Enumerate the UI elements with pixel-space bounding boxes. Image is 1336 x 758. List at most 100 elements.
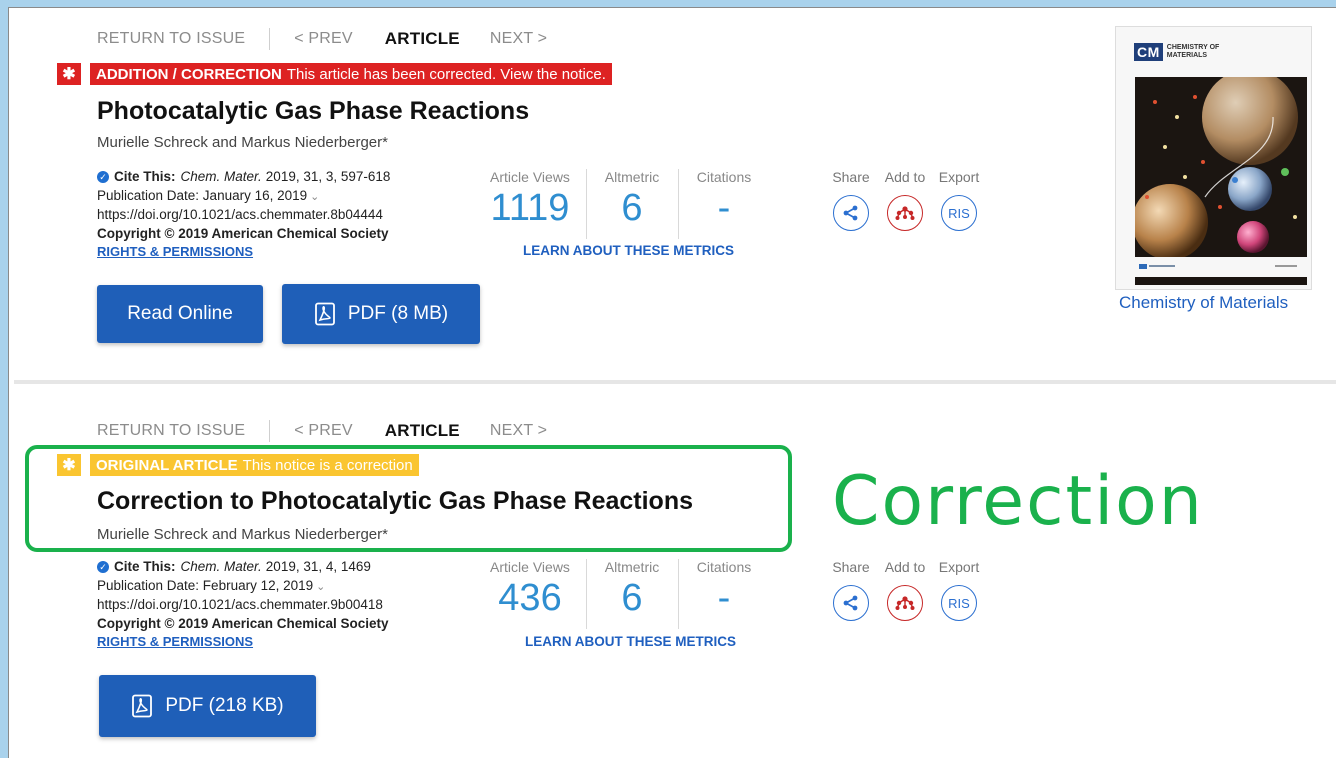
metric-article-views: Article Views 436 [474, 559, 586, 620]
metric-value: 436 [498, 577, 562, 619]
rights-permissions-link[interactable]: RIGHTS & PERMISSIONS [97, 633, 389, 652]
cite-details: 2019, 31, 3, 597-618 [265, 169, 391, 184]
cite-label: Cite This: [114, 559, 176, 574]
nav-separator [269, 420, 271, 442]
add-to-label: Add to [884, 559, 926, 575]
learn-metrics-link[interactable]: LEARN ABOUT THESE METRICS [525, 634, 736, 649]
add-to-action[interactable]: Add to [880, 169, 930, 231]
metrics: Article Views 1119 Altmetric 6 Citations… [474, 169, 770, 239]
journal-logo-name: CHEMISTRY OF MATERIALS [1166, 44, 1220, 59]
notice-text[interactable]: This article has been corrected. View th… [287, 66, 606, 83]
window-frame-left [0, 0, 8, 758]
mendeley-icon [895, 206, 915, 220]
return-to-issue-link[interactable]: RETURN TO ISSUE [97, 30, 245, 48]
chevron-down-icon: ⌄ [310, 190, 320, 203]
share-icon [843, 595, 858, 611]
export-label: Export [938, 169, 980, 185]
share-label: Share [832, 169, 870, 185]
export-action[interactable]: Export RIS [934, 559, 984, 621]
publication-date[interactable]: Publication Date: January 16, 2019 ⌄ [97, 187, 390, 207]
read-online-button[interactable]: Read Online [97, 285, 263, 343]
prev-link[interactable]: < PREV [294, 30, 353, 48]
cite-line[interactable]: ✓ Cite This: Chem. Mater. 2019, 31, 3, 5… [97, 168, 390, 187]
cover-artwork [1135, 77, 1307, 285]
metric-label: Citations [696, 169, 752, 185]
metric-article-views: Article Views 1119 [474, 169, 586, 230]
metric-label: Citations [696, 559, 752, 575]
article-meta: ✓ Cite This: Chem. Mater. 2019, 31, 4, 1… [97, 558, 389, 652]
metric-label: Article Views [490, 559, 570, 575]
pdf-icon [314, 302, 336, 326]
prev-link[interactable]: < PREV [294, 422, 353, 440]
next-link[interactable]: NEXT > [490, 30, 547, 48]
cite-details: 2019, 31, 4, 1469 [265, 559, 371, 574]
mendeley-icon [895, 596, 915, 610]
article-nav: RETURN TO ISSUE < PREV ARTICLE NEXT > [97, 420, 547, 442]
metric-altmetric[interactable]: Altmetric 6 [586, 169, 678, 239]
article-actions: Share Add to Export RIS [826, 559, 988, 621]
article-tab[interactable]: ARTICLE [385, 29, 460, 49]
journal-cover-image[interactable]: CM CHEMISTRY OF MATERIALS [1115, 26, 1312, 290]
check-circle-icon: ✓ [97, 561, 109, 574]
metric-label: Article Views [490, 169, 570, 185]
article-authors[interactable]: Murielle Schreck and Markus Niederberger… [97, 134, 388, 151]
add-to-label: Add to [884, 169, 926, 185]
export-action[interactable]: Export RIS [934, 169, 984, 231]
metric-value: - [717, 187, 731, 229]
share-button[interactable] [833, 195, 869, 231]
metric-value[interactable]: 6 [586, 577, 678, 620]
article-tab[interactable]: ARTICLE [385, 421, 460, 441]
learn-metrics-link[interactable]: LEARN ABOUT THESE METRICS [523, 243, 734, 258]
rights-permissions-link[interactable]: RIGHTS & PERMISSIONS [97, 243, 390, 262]
journal-name: Chem. Mater. [180, 559, 262, 574]
cover-footer [1135, 257, 1307, 277]
share-action[interactable]: Share [826, 169, 876, 231]
cite-label: Cite This: [114, 169, 176, 184]
metric-label: Altmetric [604, 169, 660, 185]
notice-bar[interactable]: ADDITION / CORRECTION This article has b… [90, 63, 612, 85]
metric-citations: Citations - [678, 559, 770, 629]
chevron-down-icon: ⌄ [316, 580, 326, 593]
pdf-label: PDF (218 KB) [165, 695, 284, 716]
add-to-button[interactable] [887, 195, 923, 231]
window-frame-top [0, 0, 1336, 7]
article-nav: RETURN TO ISSUE < PREV ARTICLE NEXT > [97, 28, 547, 50]
window-border-left [8, 7, 9, 758]
read-online-label: Read Online [127, 303, 233, 324]
pdf-icon [131, 694, 153, 718]
ris-label: RIS [948, 205, 970, 221]
journal-logo-abbr: CM [1134, 43, 1163, 61]
correction-highlight-box [25, 445, 792, 552]
export-label: Export [938, 559, 980, 575]
metric-altmetric[interactable]: Altmetric 6 [586, 559, 678, 629]
article-title: Photocatalytic Gas Phase Reactions [97, 97, 530, 125]
copyright: Copyright © 2019 American Chemical Socie… [97, 225, 389, 241]
journal-name-link[interactable]: Chemistry of Materials [1119, 293, 1288, 313]
cover-art-illustration [1135, 77, 1307, 260]
share-button[interactable] [833, 585, 869, 621]
doi-link[interactable]: https://doi.org/10.1021/acs.chemmater.9b… [97, 596, 389, 615]
share-icon [843, 205, 858, 221]
journal-name: Chem. Mater. [180, 169, 262, 184]
article-meta: ✓ Cite This: Chem. Mater. 2019, 31, 3, 5… [97, 168, 390, 262]
pdf-download-button[interactable]: PDF (218 KB) [99, 675, 316, 737]
publication-date[interactable]: Publication Date: February 12, 2019 ⌄ [97, 577, 389, 597]
doi-link[interactable]: https://doi.org/10.1021/acs.chemmater.8b… [97, 206, 390, 225]
add-to-button[interactable] [887, 585, 923, 621]
pdf-download-button[interactable]: PDF (8 MB) [282, 284, 480, 344]
cite-line[interactable]: ✓ Cite This: Chem. Mater. 2019, 31, 4, 1… [97, 558, 389, 577]
copyright: Copyright © 2019 American Chemical Socie… [97, 615, 389, 631]
metric-citations: Citations - [678, 169, 770, 239]
add-to-action[interactable]: Add to [880, 559, 930, 621]
export-ris-button[interactable]: RIS [941, 195, 977, 231]
section-divider [14, 380, 1336, 384]
pdf-label: PDF (8 MB) [347, 303, 449, 324]
return-to-issue-link[interactable]: RETURN TO ISSUE [97, 422, 245, 440]
share-action[interactable]: Share [826, 559, 876, 621]
metric-value: - [717, 577, 731, 619]
export-ris-button[interactable]: RIS [941, 585, 977, 621]
correction-notice[interactable]: ✱ ADDITION / CORRECTION This article has… [57, 63, 612, 85]
check-circle-icon: ✓ [97, 171, 109, 184]
next-link[interactable]: NEXT > [490, 422, 547, 440]
metric-value[interactable]: 6 [586, 187, 678, 230]
